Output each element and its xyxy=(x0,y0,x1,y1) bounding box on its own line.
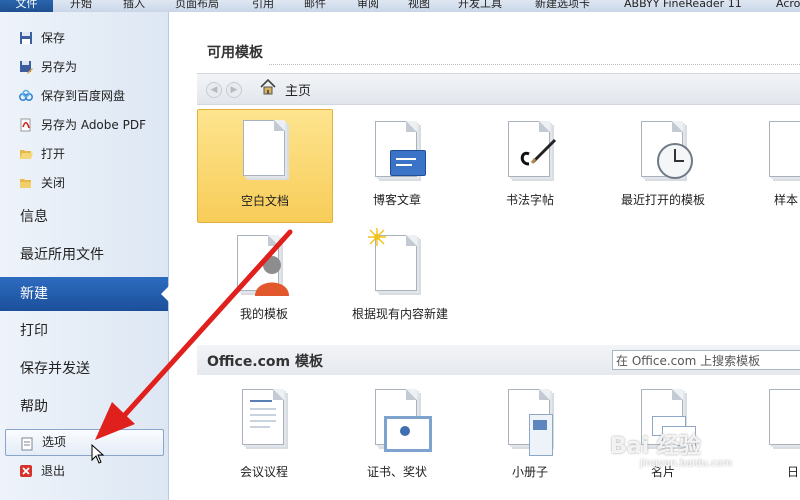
template-my-templates[interactable]: 我的模板 xyxy=(197,223,331,335)
exit-icon xyxy=(19,464,33,478)
save-to-baidu-button[interactable]: 保存到百度网盘 xyxy=(0,83,165,109)
recent-templates-icon xyxy=(641,121,693,179)
template-label: 根据现有内容新建 xyxy=(351,307,448,321)
new-from-existing-icon xyxy=(368,228,417,291)
nav-help-label: 帮助 xyxy=(20,399,48,415)
agenda-icon xyxy=(242,389,284,445)
home-icon[interactable] xyxy=(260,78,276,98)
tab-review[interactable]: 审阅 xyxy=(357,0,379,12)
save-label: 保存 xyxy=(41,31,66,45)
options-icon xyxy=(21,435,33,460)
save-to-baidu-label: 保存到百度网盘 xyxy=(41,89,126,103)
template-new-from-existing[interactable]: 根据现有内容新建 xyxy=(330,223,470,335)
nav-recent[interactable]: 最近所用文件 xyxy=(0,238,168,272)
watermark: Bai 经验 xyxy=(610,434,701,459)
nav-new[interactable]: 新建 xyxy=(0,277,169,311)
save-icon xyxy=(19,31,33,45)
office-template-brochure[interactable]: 小册子 xyxy=(463,377,597,489)
blog-post-icon xyxy=(375,121,426,177)
nav-recent-label: 最近所用文件 xyxy=(20,247,104,263)
template-label: 最近打开的模板 xyxy=(620,193,705,207)
nav-new-label: 新建 xyxy=(20,286,48,302)
tab-file[interactable]: 文件 xyxy=(0,0,53,12)
nav-print-label: 打印 xyxy=(20,323,48,339)
save-as-pdf-button[interactable]: 另存为 Adobe PDF xyxy=(0,112,165,138)
template-label: 证书、奖状 xyxy=(366,465,427,479)
close-button[interactable]: 关闭 xyxy=(0,170,165,196)
tab-home[interactable]: 开始 xyxy=(70,0,92,12)
template-label: 我的模板 xyxy=(239,307,288,321)
tab-references[interactable]: 引用 xyxy=(252,0,274,12)
tab-abbyy[interactable]: ABBYY FineReader 11 xyxy=(624,0,742,12)
template-label: 书法字帖 xyxy=(505,193,554,207)
sample-templates-icon xyxy=(769,121,800,177)
calendar-icon xyxy=(769,389,800,445)
certificate-icon xyxy=(375,389,432,452)
pdf-icon xyxy=(19,118,33,132)
office-templates-title: Office.com 模板 xyxy=(207,354,324,370)
template-navbar: ◀ ▶ 主页 xyxy=(197,73,800,105)
tab-mailings[interactable]: 邮件 xyxy=(304,0,326,12)
options-label: 选项 xyxy=(42,435,67,449)
nav-save-send-label: 保存并发送 xyxy=(20,361,90,377)
template-label: 小册子 xyxy=(511,465,548,479)
template-label: 日 xyxy=(787,465,800,479)
tab-insert[interactable]: 插入 xyxy=(123,0,145,12)
close-folder-icon xyxy=(19,176,33,190)
save-as-icon xyxy=(19,60,33,74)
blank-document-icon xyxy=(243,120,285,176)
backstage-nav: 保存 另存为 保存到百度网盘 另存为 Adobe PDF 打开 关闭 信息 最近… xyxy=(0,12,169,500)
nav-info[interactable]: 信息 xyxy=(0,200,168,234)
template-blank-document[interactable]: 空白文档 xyxy=(197,109,333,223)
forward-button[interactable]: ▶ xyxy=(226,82,242,98)
options-button[interactable]: 选项 xyxy=(5,429,164,456)
tab-developer[interactable]: 开发工具 xyxy=(458,0,502,12)
available-templates-title: 可用模板 xyxy=(207,45,263,61)
watermark-url: jingyan.baidu.com xyxy=(640,458,733,469)
baidu-cloud-icon xyxy=(19,89,33,103)
office-template-certificate[interactable]: 证书、奖状 xyxy=(330,377,464,489)
exit-button[interactable]: 退出 xyxy=(0,458,165,484)
template-calligraphy[interactable]: 书法字帖 xyxy=(463,109,597,221)
calligraphy-icon xyxy=(508,121,557,177)
tab-page-layout[interactable]: 页面布局 xyxy=(175,0,219,12)
template-label: 空白文档 xyxy=(240,194,289,208)
tab-acrobat[interactable]: Acro xyxy=(776,0,800,12)
office-templates-header: Office.com 模板 在 Office.com 上搜索模板 xyxy=(197,345,800,375)
my-templates-icon xyxy=(237,235,289,296)
template-recent[interactable]: 最近打开的模板 xyxy=(596,109,730,221)
back-button[interactable]: ◀ xyxy=(206,82,222,98)
open-button[interactable]: 打开 xyxy=(0,141,165,167)
nav-help[interactable]: 帮助 xyxy=(0,390,168,424)
nav-save-send[interactable]: 保存并发送 xyxy=(0,352,168,386)
close-label: 关闭 xyxy=(41,176,66,190)
save-as-label: 另存为 xyxy=(41,60,78,74)
template-samples[interactable]: 样本 xyxy=(729,109,800,221)
template-label: 样本 xyxy=(774,193,799,207)
save-as-pdf-label: 另存为 Adobe PDF xyxy=(41,118,146,132)
divider xyxy=(269,64,800,65)
office-search-input[interactable]: 在 Office.com 上搜索模板 xyxy=(612,350,800,370)
template-blog-post[interactable]: 博客文章 xyxy=(330,109,464,221)
new-document-panel: 可用模板 ◀ ▶ 主页 空白文档 博客文章 书法字帖 最近打开的模板 样本 我的… xyxy=(169,12,800,500)
nav-info-label: 信息 xyxy=(20,209,48,225)
template-label: 博客文章 xyxy=(372,193,421,207)
exit-label: 退出 xyxy=(41,464,66,478)
brochure-icon xyxy=(508,389,553,456)
template-label: 会议议程 xyxy=(239,465,288,479)
office-template-calendar[interactable]: 日 xyxy=(729,377,800,489)
office-template-agenda[interactable]: 会议议程 xyxy=(197,377,331,489)
nav-print[interactable]: 打印 xyxy=(0,314,168,348)
mouse-cursor-icon xyxy=(91,444,105,464)
tab-view[interactable]: 视图 xyxy=(408,0,430,12)
home-label[interactable]: 主页 xyxy=(285,80,311,99)
save-button[interactable]: 保存 xyxy=(0,25,165,51)
open-label: 打开 xyxy=(41,147,66,161)
tab-new-tab[interactable]: 新建选项卡 xyxy=(535,0,590,12)
open-folder-icon xyxy=(19,147,33,161)
save-as-button[interactable]: 另存为 xyxy=(0,54,165,80)
